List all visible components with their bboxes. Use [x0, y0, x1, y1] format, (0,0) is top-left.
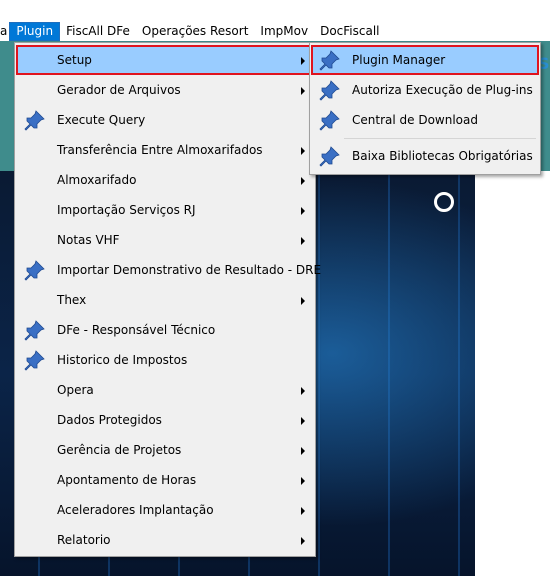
menu-separator [344, 138, 536, 139]
submenu-item-plugin-manager[interactable]: Plugin Manager [311, 45, 539, 75]
menu-item-label: Historico de Impostos [57, 353, 188, 367]
menu-item-label: Opera [57, 383, 94, 397]
pin-icon [24, 350, 45, 371]
menu-item-label: Relatorio [57, 533, 111, 547]
menu-item-label: Plugin Manager [352, 53, 446, 67]
menubar-item-operacoes-resort[interactable]: Operações Resort [136, 22, 255, 41]
menu-item-importacao-servicos-rj[interactable]: Importação Serviços RJ [17, 196, 313, 224]
chevron-right-icon [301, 237, 305, 245]
menu-item-almoxarifado[interactable]: Almoxarifado [17, 166, 313, 194]
menu-item-label: Importação Serviços RJ [57, 203, 196, 217]
pin-icon [319, 146, 340, 167]
menu-item-label: Central de Download [352, 113, 478, 127]
chevron-right-icon [301, 507, 305, 515]
pin-icon [319, 80, 340, 101]
ring-icon [434, 192, 454, 212]
menu-item-label: Setup [57, 53, 92, 67]
menu-item-label: Execute Query [57, 113, 146, 127]
menu-item-label: Dados Protegidos [57, 413, 162, 427]
menubar-item-plugin[interactable]: Plugin [9, 22, 61, 41]
menu-item-label: Baixa Bibliotecas Obrigatórias [352, 149, 533, 163]
chevron-right-icon [301, 57, 305, 65]
chevron-right-icon [301, 87, 305, 95]
menu-item-label: Notas VHF [57, 233, 120, 247]
chevron-right-icon [301, 477, 305, 485]
menu-item-label: Thex [57, 293, 87, 307]
menu-item-aceleradores-implantacao[interactable]: Aceleradores Implantação [17, 496, 313, 524]
chevron-right-icon [301, 207, 305, 215]
setup-submenu: Plugin Manager Autoriza Execução de Plug… [309, 42, 541, 175]
submenu-item-autoriza-execucao[interactable]: Autoriza Execução de Plug-ins [312, 76, 538, 104]
menu-item-thex[interactable]: Thex [17, 286, 313, 314]
menu-item-gerador-de-arquivos[interactable]: Gerador de Arquivos [17, 76, 313, 104]
chevron-right-icon [301, 297, 305, 305]
menu-item-dados-protegidos[interactable]: Dados Protegidos [17, 406, 313, 434]
menu-item-label: Gerador de Arquivos [57, 83, 181, 97]
menu-item-gerencia-de-projetos[interactable]: Gerência de Projetos [17, 436, 313, 464]
menu-item-label: Transferência Entre Almoxarifados [57, 143, 263, 157]
chevron-right-icon [301, 177, 305, 185]
menu-item-setup[interactable]: Setup [16, 45, 314, 75]
menubar-item-fiscall-dfe[interactable]: FiscAll DFe [60, 22, 136, 41]
menu-item-label: Importar Demonstrativo de Resultado - DR… [57, 263, 322, 277]
pin-icon [24, 320, 45, 341]
menu-item-label: Aceleradores Implantação [57, 503, 214, 517]
menu-item-label: Autoriza Execução de Plug-ins [352, 83, 533, 97]
menu-item-execute-query[interactable]: Execute Query [17, 106, 313, 134]
menu-item-apontamento-de-horas[interactable]: Apontamento de Horas [17, 466, 313, 494]
background-right-panel [475, 171, 550, 576]
plugin-menu: Setup Gerador de Arquivos Execute Query … [14, 42, 321, 557]
menu-item-transferencia-entre-almoxarifados[interactable]: Transferência Entre Almoxarifados [17, 136, 313, 164]
menu-item-label: Apontamento de Horas [57, 473, 197, 487]
chevron-right-icon [301, 417, 305, 425]
chevron-right-icon [301, 387, 305, 395]
submenu-item-baixa-bibliotecas[interactable]: Baixa Bibliotecas Obrigatórias [312, 142, 538, 170]
menu-item-importar-dre[interactable]: Importar Demonstrativo de Resultado - DR… [17, 256, 321, 284]
chevron-right-icon [301, 147, 305, 155]
menu-bar: a Plugin FiscAll DFe Operações Resort Im… [0, 22, 550, 41]
pin-icon [319, 50, 340, 71]
menu-item-label: Gerência de Projetos [57, 443, 182, 457]
menu-item-dfe-responsavel-tecnico[interactable]: DFe - Responsável Técnico [17, 316, 313, 344]
menu-item-relatorio[interactable]: Relatorio [17, 526, 313, 554]
menu-item-label: Almoxarifado [57, 173, 137, 187]
pin-icon [24, 260, 45, 281]
menu-item-historico-de-impostos[interactable]: Historico de Impostos [17, 346, 313, 374]
menubar-item-docfiscall[interactable]: DocFiscall [314, 22, 385, 41]
menu-item-label: DFe - Responsável Técnico [57, 323, 216, 337]
menu-item-opera[interactable]: Opera [17, 376, 313, 404]
chevron-right-icon [301, 447, 305, 455]
menu-item-notas-vhf[interactable]: Notas VHF [17, 226, 313, 254]
menubar-item-impmov[interactable]: ImpMov [254, 22, 314, 41]
window-top-strip [0, 0, 550, 22]
chevron-right-icon [301, 537, 305, 545]
submenu-item-central-de-download[interactable]: Central de Download [312, 106, 538, 134]
pin-icon [24, 110, 45, 131]
menubar-item-partial[interactable]: a [0, 22, 9, 41]
pin-icon [319, 110, 340, 131]
